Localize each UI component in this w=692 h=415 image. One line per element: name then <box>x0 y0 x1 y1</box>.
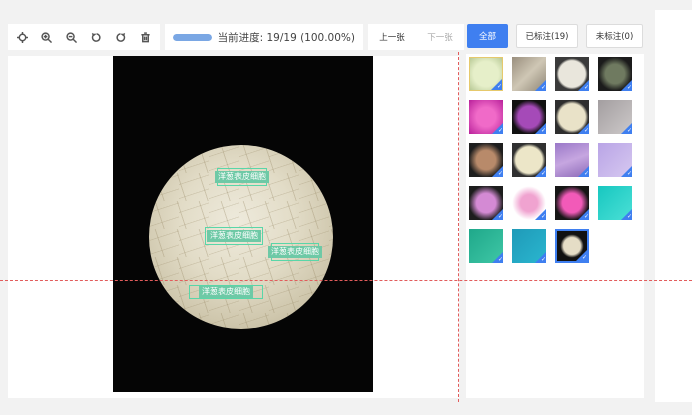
thumbnail[interactable] <box>469 100 503 134</box>
annotation-box[interactable]: 洋葱表皮细胞 <box>268 243 322 261</box>
microscope-image[interactable]: 洋葱表皮细胞 洋葱表皮细胞 洋葱表皮细胞 洋葱表皮细胞 <box>113 56 373 392</box>
thumbnail[interactable] <box>598 100 632 134</box>
thumbnail[interactable] <box>512 143 546 177</box>
labeled-check-icon <box>578 80 589 91</box>
rotate-right-icon <box>116 32 126 42</box>
thumbnail[interactable] <box>598 186 632 220</box>
rotate-left-button[interactable] <box>85 26 107 48</box>
labeled-check-icon <box>535 252 546 263</box>
zoom-out-button[interactable] <box>61 26 83 48</box>
annotation-canvas[interactable]: 洋葱表皮细胞 洋葱表皮细胞 洋葱表皮细胞 洋葱表皮细胞 <box>8 56 459 398</box>
image-navigation: 上一张 下一张 <box>368 24 464 50</box>
thumbnail[interactable] <box>469 229 503 263</box>
labeled-check-icon <box>621 166 632 177</box>
rotate-left-icon <box>91 32 101 42</box>
zoom-in-button[interactable] <box>36 26 58 48</box>
progress-panel: 当前进度: 19/19 (100.00%) <box>165 24 363 50</box>
labeled-check-icon <box>491 79 502 90</box>
thumbnail[interactable] <box>555 100 589 134</box>
filter-labeled-button[interactable]: 已标注(19) <box>516 24 578 48</box>
thumbnail[interactable] <box>512 229 546 263</box>
labeled-check-icon <box>535 80 546 91</box>
labeled-check-icon <box>578 209 589 220</box>
labeled-check-icon <box>535 209 546 220</box>
thumbnail[interactable] <box>512 57 546 91</box>
labeled-check-icon <box>535 166 546 177</box>
labeled-check-icon <box>578 166 589 177</box>
crosshair-icon <box>16 31 28 43</box>
annotation-label: 洋葱表皮细胞 <box>199 286 253 298</box>
toolbar <box>8 24 160 50</box>
zoom-out-icon <box>66 31 78 43</box>
filter-all-button[interactable]: 全部 <box>467 24 508 48</box>
labeled-check-icon <box>492 209 503 220</box>
labeled-check-icon <box>492 166 503 177</box>
trash-icon <box>141 31 150 42</box>
labeled-check-icon <box>492 252 503 263</box>
thumbnail[interactable] <box>555 143 589 177</box>
annotation-box[interactable]: 洋葱表皮细胞 <box>189 285 263 299</box>
labeled-check-icon <box>578 123 589 134</box>
labeled-check-icon <box>621 209 632 220</box>
thumbnail[interactable] <box>469 57 503 91</box>
thumbnail[interactable] <box>512 186 546 220</box>
progress-text: 当前进度: 19/19 (100.00%) <box>217 31 355 44</box>
labeled-check-icon <box>535 123 546 134</box>
progress-bar-fill <box>173 33 212 41</box>
thumbnail[interactable] <box>512 100 546 134</box>
progress-bar <box>173 33 212 41</box>
vertical-guide-line <box>458 52 459 402</box>
labeled-check-icon <box>621 80 632 91</box>
thumbnail[interactable] <box>469 143 503 177</box>
labeled-check-icon <box>621 123 632 134</box>
annotation-box[interactable]: 洋葱表皮细胞 <box>215 168 269 186</box>
filter-unlabeled-button[interactable]: 未标注(0) <box>586 24 643 48</box>
annotation-label: 洋葱表皮细胞 <box>215 171 269 183</box>
thumbnail[interactable] <box>469 186 503 220</box>
delete-button[interactable] <box>135 26 157 48</box>
crosshair-button[interactable] <box>11 26 33 48</box>
thumbnail-panel <box>466 54 644 398</box>
right-panel-edge <box>655 10 692 402</box>
annotation-label: 洋葱表皮细胞 <box>268 246 322 258</box>
rotate-right-button[interactable] <box>110 26 132 48</box>
thumbnail[interactable] <box>598 57 632 91</box>
zoom-in-icon <box>41 31 53 43</box>
annotation-label: 洋葱表皮细胞 <box>207 230 261 242</box>
next-image-button[interactable]: 下一张 <box>427 31 453 43</box>
prev-image-button[interactable]: 上一张 <box>379 31 405 43</box>
labeled-check-icon <box>492 123 503 134</box>
thumbnail[interactable] <box>555 186 589 220</box>
thumbnail[interactable] <box>598 143 632 177</box>
annotation-box[interactable]: 洋葱表皮细胞 <box>205 227 263 245</box>
horizontal-guide-line <box>0 280 692 281</box>
thumbnail-selected[interactable] <box>555 229 589 263</box>
labeled-check-icon <box>576 250 587 261</box>
thumbnail[interactable] <box>555 57 589 91</box>
